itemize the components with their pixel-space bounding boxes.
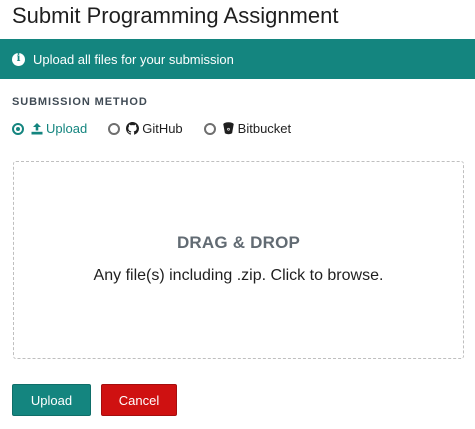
bitbucket-radio[interactable] [203,122,216,135]
upload-icon [30,122,43,135]
method-option-github[interactable]: GitHub [108,121,183,136]
info-circle-icon: i [12,52,25,66]
upload-button[interactable]: Upload [12,384,91,416]
upload-radio[interactable] [12,122,24,135]
file-dropzone[interactable]: DRAG & DROP Any file(s) including .zip. … [13,161,464,359]
submission-method-group: Upload GitHub Bitbucket [12,121,312,136]
github-icon [126,122,140,135]
github-radio[interactable] [108,122,121,135]
method-option-bitbucket[interactable]: Bitbucket [203,121,292,136]
info-banner: i Upload all files for your submission [0,39,475,79]
info-banner-text: Upload all files for your submission [33,51,234,67]
method-option-upload[interactable]: Upload [12,121,87,136]
submit-assignment-dialog: Submit Programming Assignment i Upload a… [0,0,475,429]
cancel-button[interactable]: Cancel [101,384,177,416]
dropzone-subtitle: Any file(s) including .zip. Click to bro… [93,267,384,284]
dropzone-title: DRAG & DROP [176,233,301,252]
method-label-github: GitHub [142,121,183,136]
method-label-upload: Upload [46,121,88,136]
bitbucket-icon [222,122,235,135]
method-label-bitbucket: Bitbucket [237,121,292,136]
page-title: Submit Programming Assignment [12,3,339,28]
submission-method-label: SUBMISSION METHOD [12,96,148,108]
